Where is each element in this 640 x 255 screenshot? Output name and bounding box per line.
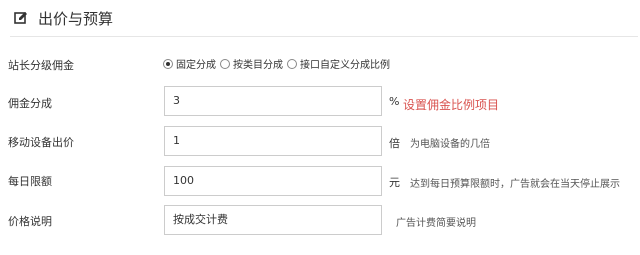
- price-note-input[interactable]: 按成交计费: [164, 205, 382, 235]
- radio-label: 固定分成: [176, 60, 216, 71]
- commission-level-label: 站长分级佣金: [8, 59, 74, 72]
- commission-share-label: 佣金分成: [8, 97, 52, 110]
- section-title: 出价与预算: [38, 10, 114, 28]
- price-note-label: 价格说明: [8, 215, 52, 228]
- section-divider: [10, 36, 638, 37]
- radio-label: 按类目分成: [233, 60, 283, 71]
- daily-limit-input[interactable]: 100: [164, 166, 382, 196]
- edit-icon: [14, 12, 27, 24]
- mobile-bid-input[interactable]: 1: [164, 126, 382, 156]
- radio-button[interactable]: [287, 58, 297, 69]
- commission-share-input[interactable]: 3: [164, 86, 382, 116]
- radio-fixed-share[interactable]: 固定分成: [163, 56, 216, 71]
- times-unit: 倍: [389, 137, 400, 150]
- radio-api-custom-share[interactable]: 接口自定义分成比例: [287, 56, 390, 71]
- daily-limit-hint: 达到每日预算限额时，广告就会在当天停止展示: [410, 179, 620, 190]
- radio-button[interactable]: [220, 58, 230, 69]
- price-note-hint: 广告计费简要说明: [396, 218, 476, 229]
- radio-label: 接口自定义分成比例: [300, 60, 390, 71]
- radio-button-checked[interactable]: [163, 58, 173, 69]
- set-commission-ratio-link[interactable]: 设置佣金比例项目: [403, 96, 499, 113]
- mobile-bid-hint: 为电脑设备的几倍: [410, 139, 490, 150]
- daily-limit-label: 每日限额: [8, 175, 52, 188]
- yuan-unit: 元: [389, 176, 400, 189]
- percent-unit: %: [389, 95, 400, 108]
- mobile-bid-label: 移动设备出价: [8, 136, 74, 149]
- commission-level-radio-group: 固定分成 按类目分成 接口自定义分成比例: [163, 56, 394, 71]
- radio-category-share[interactable]: 按类目分成: [220, 56, 283, 71]
- section-header: 出价与预算: [0, 0, 640, 37]
